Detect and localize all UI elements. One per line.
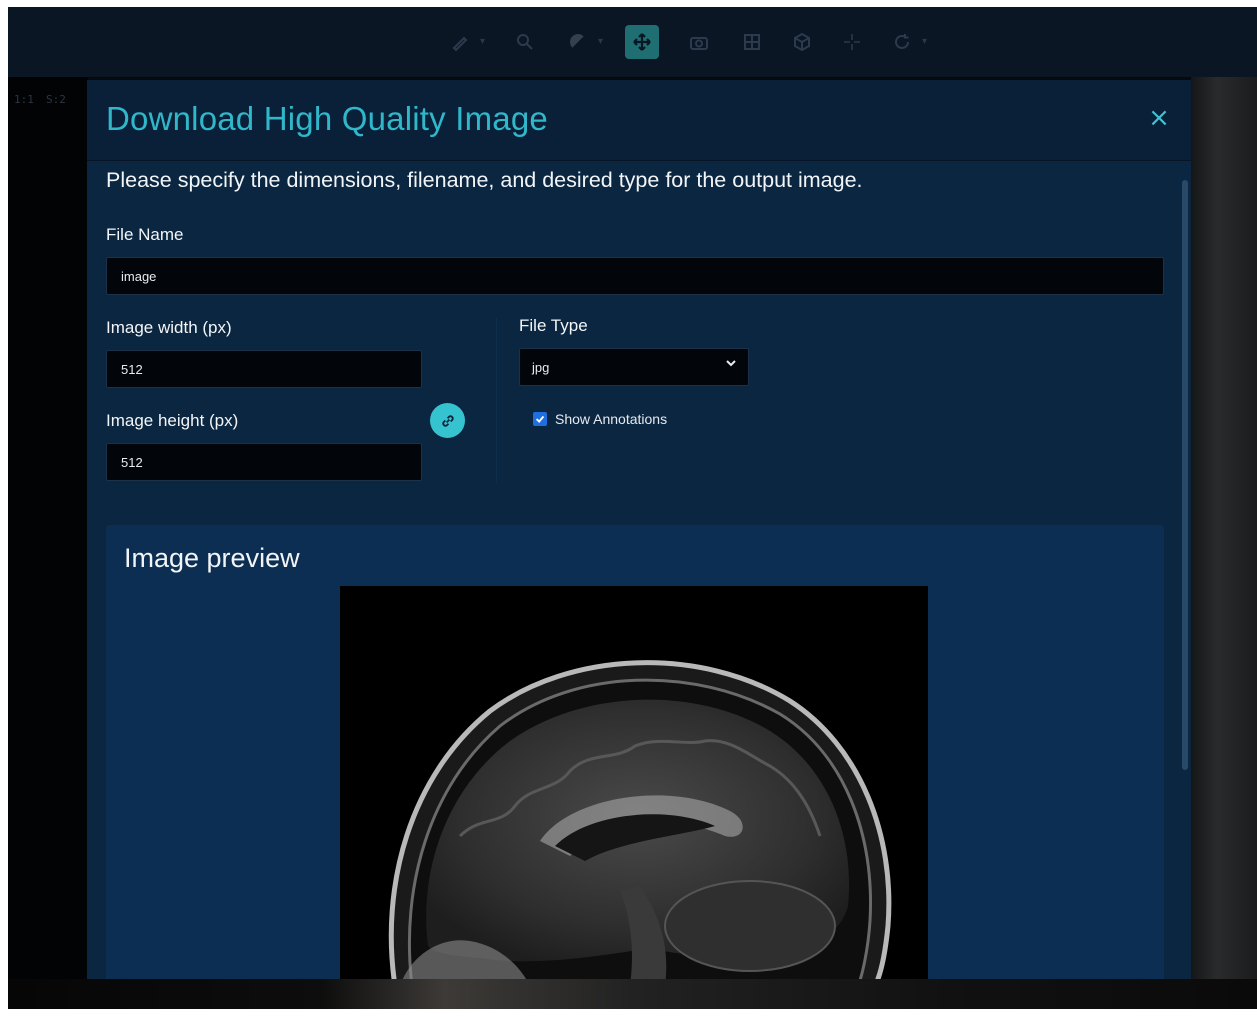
viewport-overlay-label: S:2	[46, 93, 66, 106]
column-divider	[496, 318, 497, 483]
toolbar: ▾ ▾ ▾	[8, 7, 1257, 78]
file-name-label: File Name	[106, 225, 184, 244]
show-annotations-checkbox[interactable]	[533, 412, 547, 426]
layout-icon[interactable]	[735, 25, 769, 59]
image-preview-title: Image preview	[124, 543, 300, 573]
check-icon	[535, 415, 545, 423]
file-type-value: jpg	[532, 360, 550, 375]
file-name-input[interactable]: image	[106, 257, 1164, 295]
download-image-dialog: Download High Quality Image × Please spe…	[87, 80, 1191, 979]
annotate-pen-icon[interactable]	[443, 25, 477, 59]
camera-icon[interactable]	[682, 25, 716, 59]
file-type-select[interactable]: jpg	[519, 348, 749, 386]
viewport-image-background	[1191, 77, 1257, 1009]
dialog-title: Download High Quality Image	[106, 100, 548, 137]
viewport-image-background	[8, 979, 1257, 1009]
image-width-label: Image width (px)	[106, 318, 232, 337]
chevron-down-icon[interactable]: ▾	[922, 36, 927, 47]
window-level-icon[interactable]	[561, 25, 595, 59]
viewer-viewport: ▾ ▾ ▾ 1:1 S:2 Download High Quality Imag…	[8, 7, 1257, 1009]
pan-icon[interactable]	[625, 25, 659, 59]
show-annotations-label[interactable]: Show Annotations	[555, 411, 667, 427]
image-height-input[interactable]: 512	[106, 443, 422, 481]
link-icon	[441, 414, 454, 427]
viewport-overlay-label: 1:1	[14, 93, 34, 106]
image-height-label: Image height (px)	[106, 411, 239, 430]
chevron-down-icon[interactable]: ▾	[598, 36, 603, 47]
dialog-description: Please specify the dimensions, filename,…	[106, 168, 863, 192]
cube-3d-icon[interactable]	[785, 25, 819, 59]
chevron-down-icon[interactable]: ▾	[480, 36, 485, 47]
mri-brain-preview-image	[340, 586, 928, 979]
link-dimensions-button[interactable]	[430, 403, 465, 438]
reset-rotate-icon[interactable]	[885, 25, 919, 59]
scrollbar[interactable]	[1182, 180, 1188, 770]
close-icon[interactable]: ×	[1147, 105, 1171, 131]
dialog-header: Download High Quality Image ×	[87, 80, 1191, 161]
image-preview-panel: Image preview	[106, 525, 1164, 979]
chevron-down-icon	[726, 360, 736, 367]
crosshair-icon[interactable]	[835, 25, 869, 59]
image-width-input[interactable]: 512	[106, 350, 422, 388]
file-type-label: File Type	[519, 316, 588, 335]
zoom-icon[interactable]	[508, 25, 542, 59]
viewport-left-panel	[8, 77, 88, 1009]
